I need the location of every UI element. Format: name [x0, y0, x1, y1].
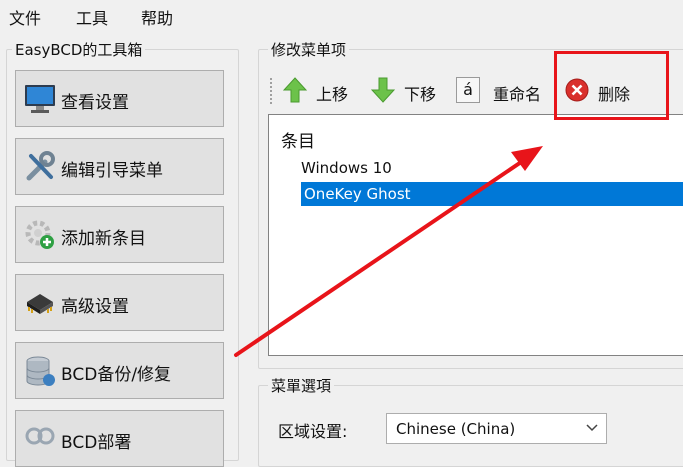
annotation-arrow — [234, 146, 543, 357]
